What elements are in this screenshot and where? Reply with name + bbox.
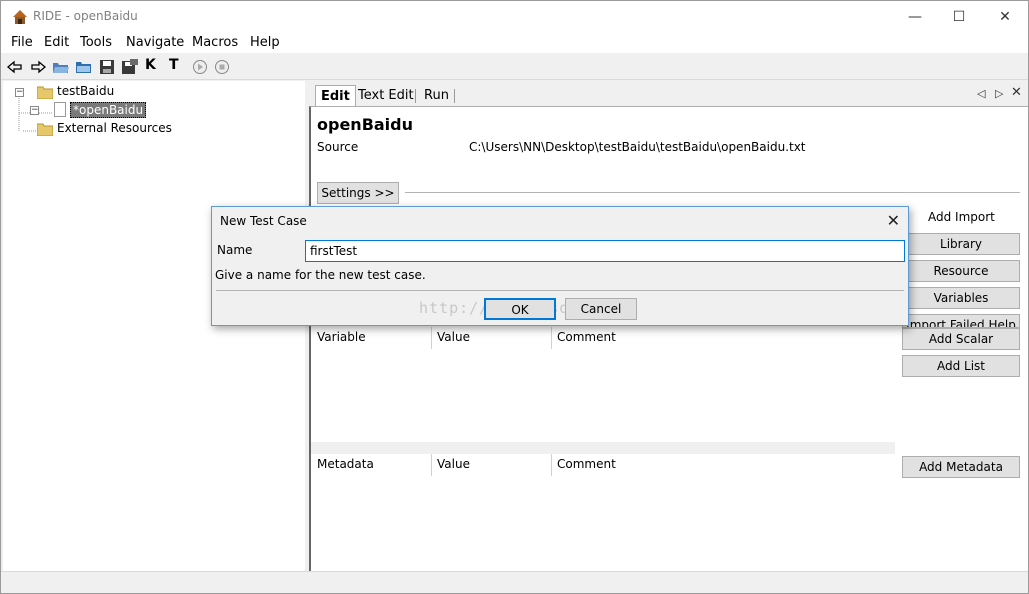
menu-macros[interactable]: Macros bbox=[192, 35, 238, 50]
suite-tree: − testBaidu − *openBaidu External Resour… bbox=[3, 81, 305, 571]
folder-icon bbox=[37, 123, 53, 136]
run-icon[interactable] bbox=[191, 58, 209, 76]
test-case-name-input[interactable] bbox=[305, 240, 905, 262]
add-import-label: Add Import bbox=[928, 210, 995, 224]
tree-item-external-resources[interactable]: External Resources bbox=[57, 121, 172, 135]
stop-icon[interactable] bbox=[213, 58, 231, 76]
source-label: Source bbox=[317, 140, 359, 154]
tab-separator bbox=[415, 89, 416, 103]
toolbar: K T bbox=[1, 54, 1028, 80]
add-scalar-button[interactable]: Add Scalar bbox=[902, 328, 1020, 350]
column-separator bbox=[431, 454, 432, 476]
tab-close-icon[interactable]: ✕ bbox=[1011, 85, 1022, 100]
table-gap bbox=[311, 442, 895, 454]
metadata-header: Metadata bbox=[317, 457, 374, 471]
resource-button[interactable]: Resource bbox=[902, 260, 1020, 282]
metadata-table[interactable]: Metadata Value Comment bbox=[311, 454, 895, 572]
tree-item-openbaidu[interactable]: *openBaidu bbox=[70, 102, 147, 118]
tree-item-testbaidu[interactable]: testBaidu bbox=[57, 84, 114, 98]
dialog-divider bbox=[216, 290, 904, 291]
menu-bar: File Edit Tools Navigate Macros Help bbox=[1, 33, 1028, 53]
tab-run[interactable]: Run bbox=[419, 85, 454, 107]
add-metadata-button[interactable]: Add Metadata bbox=[902, 456, 1020, 478]
import-failed-help-button[interactable]: Import Failed Help bbox=[902, 314, 1020, 328]
add-list-button[interactable]: Add List bbox=[902, 355, 1020, 377]
menu-tools[interactable]: Tools bbox=[80, 35, 112, 50]
tree-expander-openbaidu[interactable]: − bbox=[30, 106, 39, 115]
save-all-icon[interactable] bbox=[121, 58, 139, 76]
new-test-case-dialog: New Test Case ✕ Name Give a name for the… bbox=[211, 206, 909, 326]
tab-bar: Edit Text Edit Run ◁ ▷ ✕ bbox=[309, 81, 1028, 107]
forward-arrow-icon[interactable] bbox=[29, 58, 47, 76]
save-icon[interactable] bbox=[98, 58, 116, 76]
dialog-hint: Give a name for the new test case. bbox=[215, 268, 426, 282]
source-path: C:\Users\NN\Desktop\testBaidu\testBaidu\… bbox=[469, 140, 806, 154]
tab-edit[interactable]: Edit bbox=[315, 85, 356, 107]
search-keywords-icon[interactable]: K bbox=[145, 57, 163, 75]
open-suite-icon[interactable] bbox=[52, 58, 70, 76]
menu-help[interactable]: Help bbox=[250, 35, 280, 50]
menu-file[interactable]: File bbox=[11, 35, 33, 50]
window-title: RIDE - openBaidu bbox=[33, 9, 138, 23]
dialog-title: New Test Case bbox=[220, 214, 307, 228]
open-directory-icon[interactable] bbox=[75, 58, 93, 76]
ok-button[interactable]: OK bbox=[484, 298, 556, 320]
tab-prev-icon[interactable]: ◁ bbox=[977, 87, 985, 100]
title-bar: RIDE - openBaidu — ☐ ✕ bbox=[1, 1, 1028, 33]
dialog-close-icon[interactable]: ✕ bbox=[887, 211, 900, 230]
edit-area: openBaidu Source C:\Users\NN\Desktop\tes… bbox=[309, 106, 1028, 572]
tab-next-icon[interactable]: ▷ bbox=[995, 87, 1003, 100]
search-tests-icon[interactable]: T bbox=[169, 57, 187, 75]
variable-table[interactable]: Variable Value Comment bbox=[311, 327, 895, 442]
page-title: openBaidu bbox=[317, 115, 414, 134]
column-separator bbox=[431, 327, 432, 349]
cancel-button[interactable]: Cancel bbox=[565, 298, 637, 320]
variable-header: Variable bbox=[317, 330, 366, 344]
status-bar bbox=[1, 571, 1028, 593]
ride-app-icon bbox=[13, 10, 27, 24]
metadata-comment-header: Comment bbox=[557, 457, 616, 471]
file-icon bbox=[54, 102, 66, 117]
folder-icon bbox=[37, 86, 53, 99]
name-label: Name bbox=[217, 243, 253, 257]
tab-text-edit[interactable]: Text Edit bbox=[353, 85, 419, 107]
comment-header: Comment bbox=[557, 330, 616, 344]
column-separator bbox=[551, 327, 552, 349]
settings-button[interactable]: Settings >> bbox=[317, 182, 399, 204]
tree-expander-root[interactable]: − bbox=[15, 88, 24, 97]
library-button[interactable]: Library bbox=[902, 233, 1020, 255]
menu-navigate[interactable]: Navigate bbox=[126, 35, 184, 50]
value-header: Value bbox=[437, 330, 470, 344]
maximize-button[interactable]: ☐ bbox=[937, 5, 981, 29]
minimize-button[interactable]: — bbox=[893, 5, 937, 29]
close-window-button[interactable]: ✕ bbox=[983, 5, 1027, 29]
column-separator bbox=[551, 454, 552, 476]
metadata-value-header: Value bbox=[437, 457, 470, 471]
settings-divider bbox=[405, 192, 1020, 193]
editor-panel: Edit Text Edit Run ◁ ▷ ✕ openBaidu Sourc… bbox=[309, 81, 1028, 572]
variables-button[interactable]: Variables bbox=[902, 287, 1020, 309]
tab-separator bbox=[454, 89, 455, 103]
menu-edit[interactable]: Edit bbox=[44, 35, 69, 50]
back-arrow-icon[interactable] bbox=[6, 58, 24, 76]
